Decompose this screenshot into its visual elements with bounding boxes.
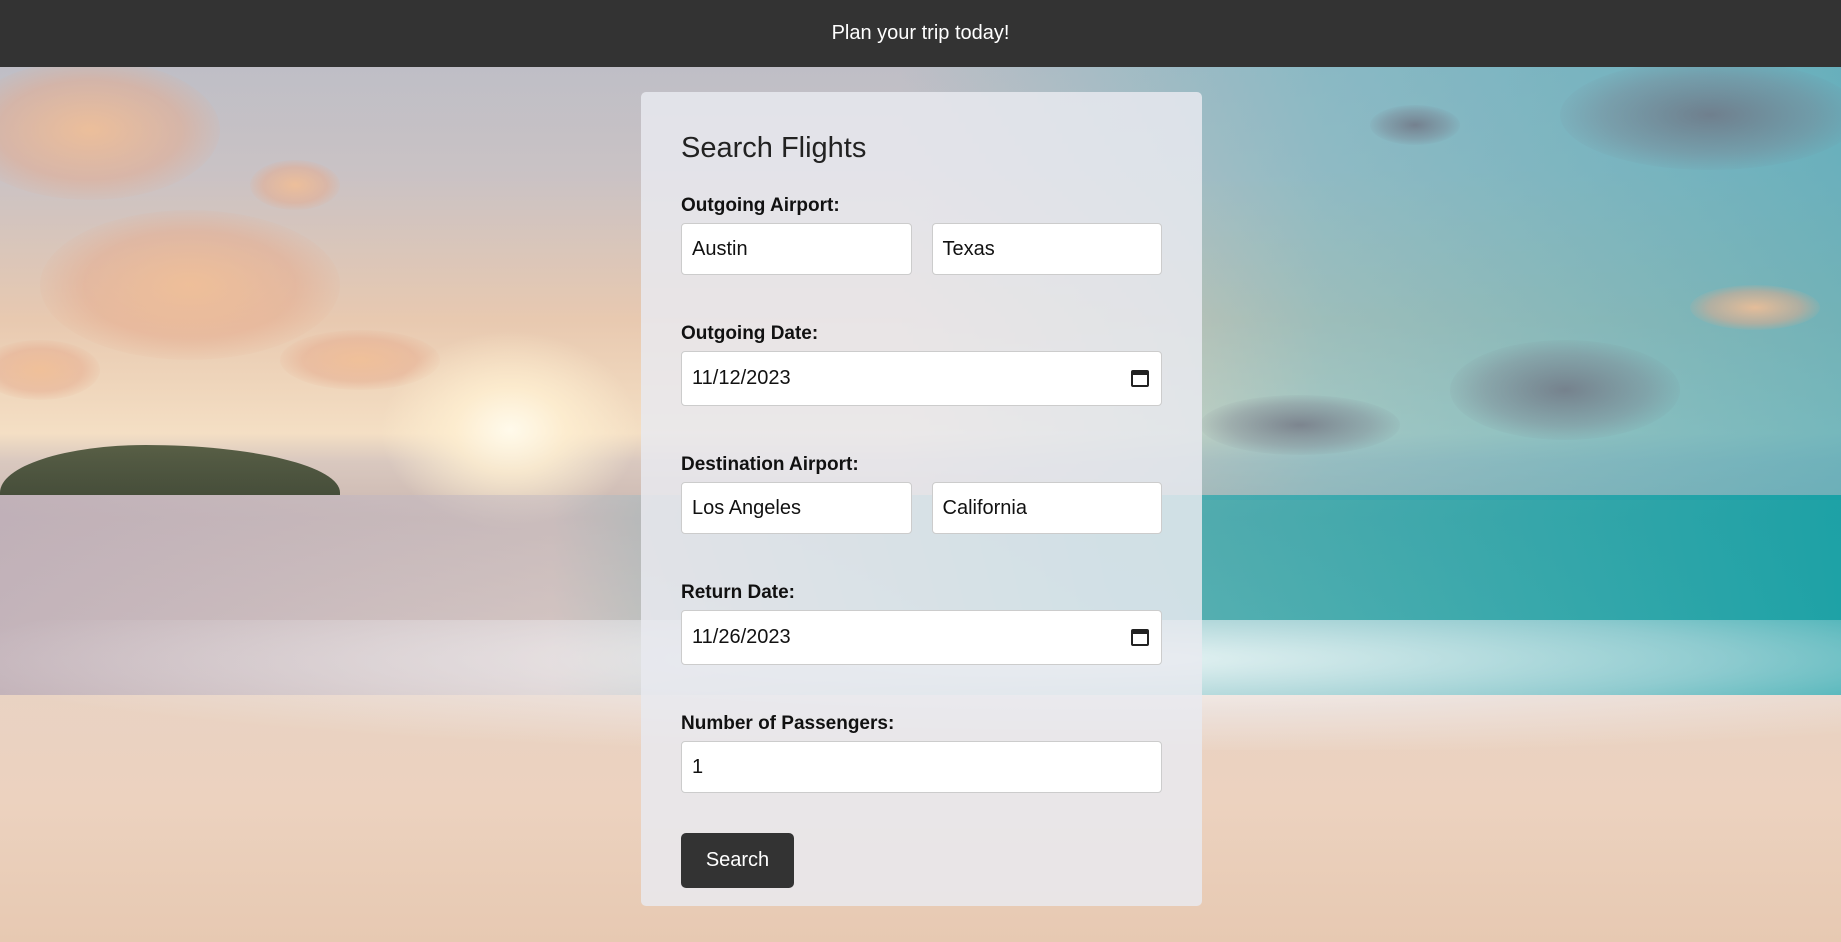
cloud <box>0 60 220 200</box>
search-flights-form: Search Flights Outgoing Airport: Austin … <box>641 92 1202 906</box>
outgoing-airport-group: Outgoing Airport: Austin Texas <box>681 195 1162 275</box>
outgoing-city-value: Austin <box>692 237 748 260</box>
outgoing-date-group: Outgoing Date: 11/12/2023 <box>681 323 1162 406</box>
return-date-value: 11/26/2023 <box>692 626 791 648</box>
banner-text: Plan your trip today! <box>831 22 1010 44</box>
cloud <box>1690 285 1820 330</box>
cloud <box>40 210 340 360</box>
passengers-group: Number of Passengers: 1 <box>681 713 1162 793</box>
cloud <box>0 340 100 400</box>
destination-city-value: Los Angeles <box>692 496 801 519</box>
cloud <box>1200 395 1400 455</box>
outgoing-state-input[interactable]: Texas <box>931 223 1162 275</box>
outgoing-date-value: 11/12/2023 <box>692 367 791 389</box>
destination-state-input[interactable]: California <box>931 482 1162 534</box>
outgoing-state-value: Texas <box>942 237 995 260</box>
passengers-label: Number of Passengers: <box>681 713 895 734</box>
search-button[interactable]: Search <box>681 833 794 888</box>
destination-city-input[interactable]: Los Angeles <box>681 482 912 534</box>
outgoing-date-label: Outgoing Date: <box>681 323 819 344</box>
outgoing-airport-label: Outgoing Airport: <box>681 195 840 216</box>
form-title: Search Flights <box>681 132 867 164</box>
island <box>0 445 340 495</box>
cloud <box>1370 105 1460 145</box>
return-date-group: Return Date: 11/26/2023 <box>681 582 1162 665</box>
calendar-icon[interactable] <box>1131 370 1149 387</box>
cloud <box>1560 60 1841 170</box>
cloud <box>250 160 340 210</box>
destination-airport-label: Destination Airport: <box>681 454 859 475</box>
passengers-value: 1 <box>692 755 704 778</box>
destination-state-value: California <box>942 496 1027 519</box>
return-date-label: Return Date: <box>681 582 796 603</box>
outgoing-city-input[interactable]: Austin <box>681 223 912 275</box>
calendar-icon[interactable] <box>1131 629 1149 646</box>
outgoing-date-input[interactable]: 11/12/2023 <box>681 351 1162 406</box>
top-banner: Plan your trip today! <box>0 0 1841 67</box>
destination-airport-group: Destination Airport: Los Angeles Califor… <box>681 454 1162 534</box>
passengers-input[interactable]: 1 <box>681 741 1162 793</box>
cloud <box>1450 340 1680 440</box>
return-date-input[interactable]: 11/26/2023 <box>681 610 1162 665</box>
